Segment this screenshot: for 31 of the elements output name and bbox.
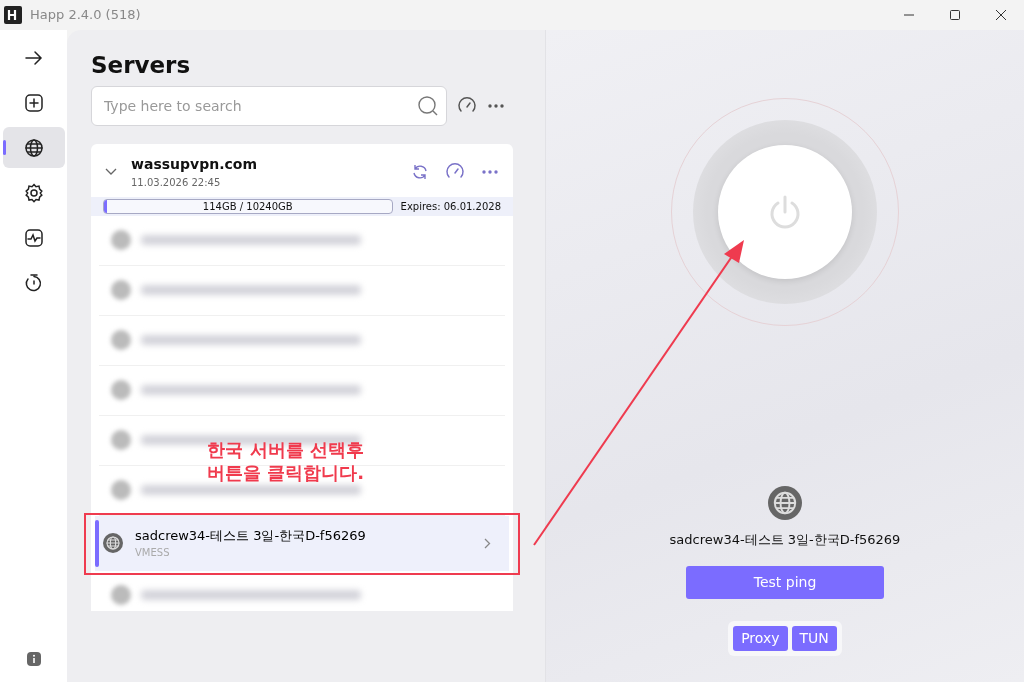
settings-icon — [23, 182, 44, 203]
mode-toggle[interactable]: Proxy — [733, 625, 788, 651]
protocol-label: VMESS — [135, 546, 171, 561]
info-icon[interactable] — [26, 652, 41, 666]
sidebar-item[interactable] — [2, 127, 65, 168]
subscription-name: wassupvpn.com — [131, 155, 258, 175]
search-icon[interactable] — [417, 94, 439, 117]
timer-icon — [23, 272, 44, 293]
search-field[interactable]: Type here to search — [91, 85, 447, 126]
chart-icon — [23, 227, 44, 248]
window-title: Happ 2.4.0 (518) — [30, 6, 141, 25]
globe-icon — [768, 486, 802, 520]
app-logo-icon — [4, 6, 22, 24]
updated-time: 11.03.2026 22:45 — [131, 176, 222, 191]
expiry-date: Expires: 06.01.2028 — [400, 199, 501, 214]
chevron-right-icon — [484, 537, 491, 549]
globe-icon — [23, 137, 44, 158]
mode-toggle[interactable]: TUN — [791, 625, 837, 651]
usage-text: 114GB / 10240GB — [202, 199, 293, 213]
globe-icon — [103, 533, 123, 554]
refresh-icon[interactable] — [411, 163, 429, 182]
selected-server-name: sadcrew34-테스트 3일-한국D-f56269 — [669, 531, 901, 549]
server-name: sadcrew34-테스트 3일-한국D-f56269 — [135, 526, 367, 545]
annotation-text: 한국 서버를 선택후 버튼을 클릭합니다. — [207, 438, 365, 485]
test-ping-button[interactable]: Test ping — [686, 565, 884, 599]
more-icon[interactable] — [487, 102, 505, 109]
panel-title: Servers — [91, 52, 192, 80]
more-icon[interactable] — [481, 169, 499, 176]
add-icon — [23, 92, 44, 113]
server-row[interactable]: sadcrew34-테스트 3일-한국D-f56269 VMESS — [95, 515, 509, 571]
chevron-icon[interactable] — [105, 168, 117, 177]
